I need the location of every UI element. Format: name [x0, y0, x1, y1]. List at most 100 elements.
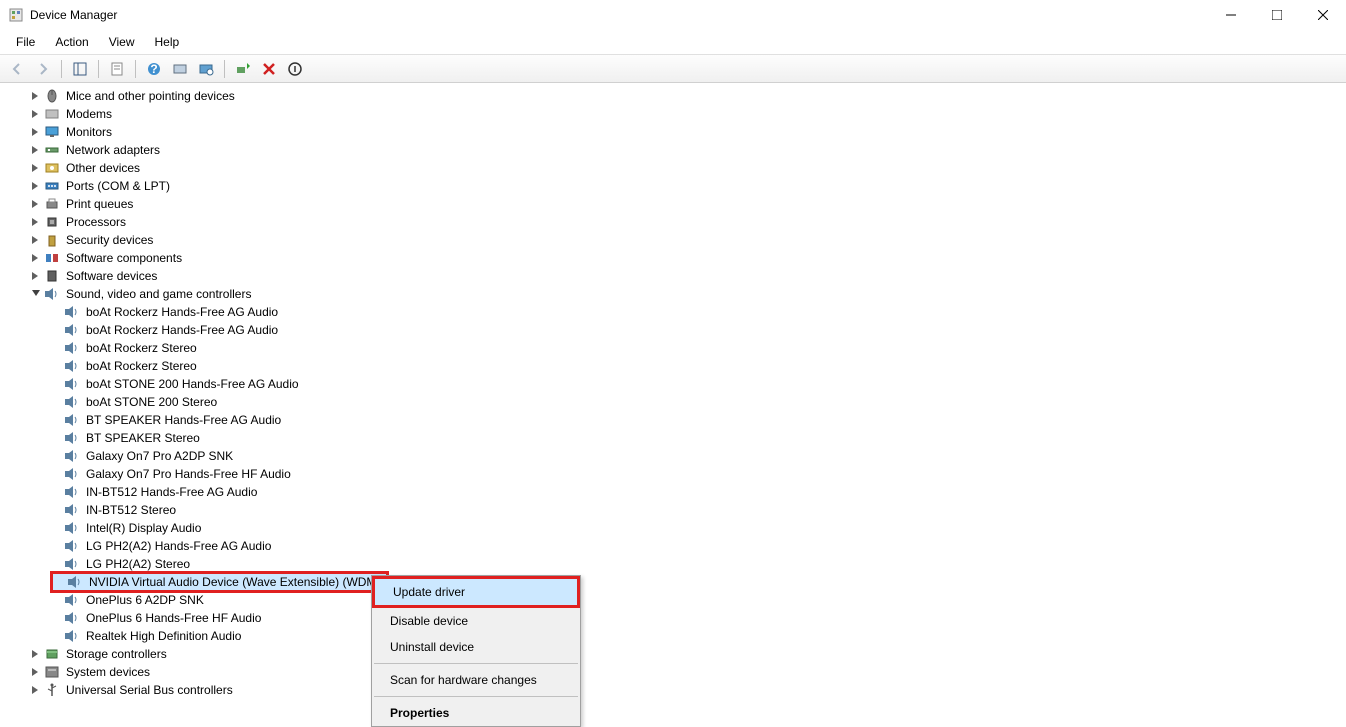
tree-node[interactable]: Security devices	[0, 231, 1346, 249]
expand-arrow-icon[interactable]	[30, 198, 42, 210]
help-button[interactable]: ?	[143, 58, 165, 80]
context-scan-hardware[interactable]: Scan for hardware changes	[372, 667, 580, 693]
arrow-spacer	[53, 576, 65, 588]
scan-button[interactable]	[195, 58, 217, 80]
tree-node-label: Other devices	[64, 160, 142, 176]
menu-file[interactable]: File	[6, 32, 45, 52]
modem-icon	[44, 106, 60, 122]
tree-node-label: OnePlus 6 A2DP SNK	[84, 592, 206, 608]
update-driver-button[interactable]	[232, 58, 254, 80]
tree-node-label: Storage controllers	[64, 646, 169, 662]
tree-node[interactable]: OnePlus 6 A2DP SNK	[0, 591, 1346, 609]
sound-icon	[64, 484, 80, 500]
menu-help[interactable]: Help	[145, 32, 190, 52]
expand-arrow-icon[interactable]	[30, 144, 42, 156]
tree-node[interactable]: boAt STONE 200 Hands-Free AG Audio	[0, 375, 1346, 393]
tree-node[interactable]: Realtek High Definition Audio	[0, 627, 1346, 645]
expand-arrow-icon[interactable]	[30, 108, 42, 120]
toolbar-separator	[135, 60, 136, 78]
uninstall-button[interactable]	[258, 58, 280, 80]
collapse-arrow-icon[interactable]	[30, 288, 42, 300]
properties-button[interactable]	[106, 58, 128, 80]
mouse-icon	[44, 88, 60, 104]
tree-node[interactable]: IN-BT512 Stereo	[0, 501, 1346, 519]
menu-action[interactable]: Action	[45, 32, 98, 52]
close-button[interactable]	[1300, 0, 1346, 30]
tree-node[interactable]: boAt STONE 200 Stereo	[0, 393, 1346, 411]
expand-arrow-icon[interactable]	[30, 234, 42, 246]
sound-icon	[44, 286, 60, 302]
tree-node[interactable]: BT SPEAKER Hands-Free AG Audio	[0, 411, 1346, 429]
tree-node[interactable]: System devices	[0, 663, 1346, 681]
expand-arrow-icon[interactable]	[30, 684, 42, 696]
tree-node-label: boAt Rockerz Hands-Free AG Audio	[84, 304, 280, 320]
expand-arrow-icon[interactable]	[30, 666, 42, 678]
expand-arrow-icon[interactable]	[30, 180, 42, 192]
arrow-spacer	[50, 342, 62, 354]
context-update-driver[interactable]: Update driver	[375, 579, 577, 605]
sound-icon	[64, 376, 80, 392]
tree-node-label: boAt Rockerz Stereo	[84, 358, 199, 374]
tree-node[interactable]: Modems	[0, 105, 1346, 123]
context-properties[interactable]: Properties	[372, 700, 580, 726]
tree-node[interactable]: Storage controllers	[0, 645, 1346, 663]
sound-icon	[64, 466, 80, 482]
context-uninstall-device[interactable]: Uninstall device	[372, 634, 580, 660]
expand-arrow-icon[interactable]	[30, 126, 42, 138]
context-disable-device[interactable]: Disable device	[372, 608, 580, 634]
tree-node-label: Processors	[64, 214, 128, 230]
toolbar: ?	[0, 55, 1346, 83]
tree-node[interactable]: Software devices	[0, 267, 1346, 285]
tree-node[interactable]: Print queues	[0, 195, 1346, 213]
show-hide-tree-button[interactable]	[69, 58, 91, 80]
tree-node[interactable]: Processors	[0, 213, 1346, 231]
tree-node[interactable]: Galaxy On7 Pro A2DP SNK	[0, 447, 1346, 465]
tree-node[interactable]: Software components	[0, 249, 1346, 267]
tree-node-label: Sound, video and game controllers	[64, 286, 253, 302]
arrow-spacer	[50, 396, 62, 408]
sound-icon	[64, 628, 80, 644]
expand-arrow-icon[interactable]	[30, 648, 42, 660]
action-button[interactable]	[169, 58, 191, 80]
tree-node[interactable]: BT SPEAKER Stereo	[0, 429, 1346, 447]
expand-arrow-icon[interactable]	[30, 90, 42, 102]
back-button[interactable]	[6, 58, 28, 80]
maximize-button[interactable]	[1254, 0, 1300, 30]
device-tree[interactable]: Mice and other pointing devicesModemsMon…	[0, 83, 1346, 701]
tree-node[interactable]: boAt Rockerz Stereo	[0, 339, 1346, 357]
tree-node[interactable]: Mice and other pointing devices	[0, 87, 1346, 105]
tree-node[interactable]: boAt Rockerz Hands-Free AG Audio	[0, 303, 1346, 321]
tree-node[interactable]: Ports (COM & LPT)	[0, 177, 1346, 195]
tree-node[interactable]: Monitors	[0, 123, 1346, 141]
tree-node[interactable]: Sound, video and game controllers	[0, 285, 1346, 303]
tree-node-label: Print queues	[64, 196, 135, 212]
toolbar-separator	[224, 60, 225, 78]
tree-node[interactable]: LG PH2(A2) Hands-Free AG Audio	[0, 537, 1346, 555]
expand-arrow-icon[interactable]	[30, 252, 42, 264]
expand-arrow-icon[interactable]	[30, 216, 42, 228]
arrow-spacer	[50, 450, 62, 462]
disable-button[interactable]	[284, 58, 306, 80]
tree-node[interactable]: Universal Serial Bus controllers	[0, 681, 1346, 699]
tree-node[interactable]: Other devices	[0, 159, 1346, 177]
forward-button[interactable]	[32, 58, 54, 80]
tree-node-label: Modems	[64, 106, 114, 122]
tree-node-label: Galaxy On7 Pro A2DP SNK	[84, 448, 235, 464]
tree-node[interactable]: Intel(R) Display Audio	[0, 519, 1346, 537]
sound-icon	[67, 574, 83, 590]
menubar: File Action View Help	[0, 30, 1346, 55]
tree-node[interactable]: IN-BT512 Hands-Free AG Audio	[0, 483, 1346, 501]
tree-node[interactable]: NVIDIA Virtual Audio Device (Wave Extens…	[0, 573, 1346, 591]
tree-node[interactable]: OnePlus 6 Hands-Free HF Audio	[0, 609, 1346, 627]
arrow-spacer	[50, 540, 62, 552]
arrow-spacer	[50, 486, 62, 498]
expand-arrow-icon[interactable]	[30, 270, 42, 282]
tree-node-label: IN-BT512 Hands-Free AG Audio	[84, 484, 259, 500]
minimize-button[interactable]	[1208, 0, 1254, 30]
tree-node[interactable]: boAt Rockerz Stereo	[0, 357, 1346, 375]
tree-node[interactable]: Galaxy On7 Pro Hands-Free HF Audio	[0, 465, 1346, 483]
expand-arrow-icon[interactable]	[30, 162, 42, 174]
menu-view[interactable]: View	[99, 32, 145, 52]
tree-node[interactable]: boAt Rockerz Hands-Free AG Audio	[0, 321, 1346, 339]
tree-node[interactable]: Network adapters	[0, 141, 1346, 159]
